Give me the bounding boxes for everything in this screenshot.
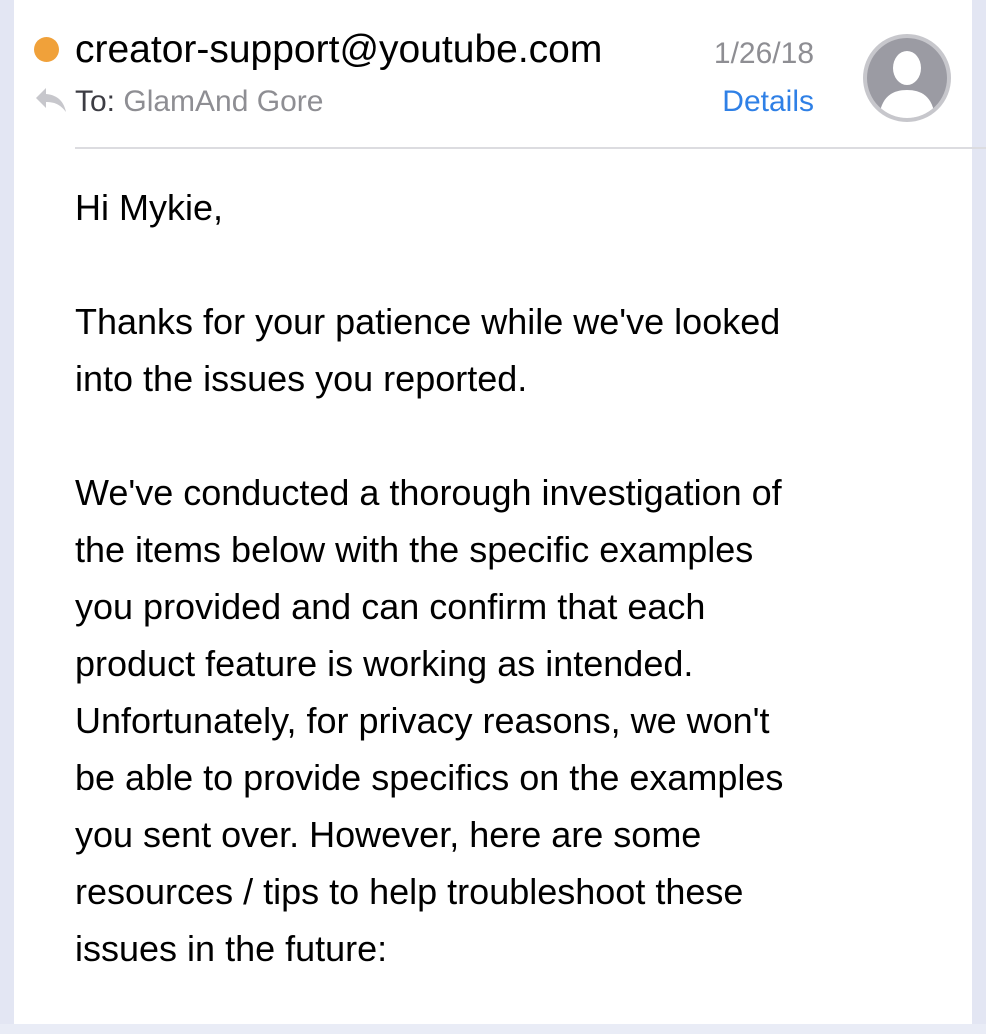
person-silhouette-icon	[867, 38, 947, 118]
email-message: creator-support@youtube.com 1/26/18 To: …	[14, 0, 986, 1024]
message-date: 1/26/18	[713, 37, 814, 70]
to-label: To:	[75, 85, 116, 118]
header-divider	[75, 147, 986, 149]
recipient-row: To: GlamAnd Gore	[75, 84, 323, 120]
message-body: Hi Mykie, Thanks for your patience while…	[75, 179, 955, 1034]
sender-address[interactable]: creator-support@youtube.com	[75, 26, 602, 74]
unread-dot-icon	[34, 37, 59, 62]
reply-arrow-icon	[36, 88, 66, 112]
left-background-strip	[0, 0, 14, 1024]
avatar[interactable]	[863, 34, 951, 122]
body-paragraph-greeting: Hi Mykie,	[75, 187, 224, 228]
right-background-strip	[972, 0, 986, 1024]
recipient-name[interactable]: GlamAnd Gore	[123, 85, 323, 118]
body-paragraph-investigation: We've conducted a thorough investigation…	[75, 472, 784, 969]
details-link[interactable]: Details	[722, 84, 814, 120]
body-paragraph-thanks: Thanks for your patience while we've loo…	[75, 301, 781, 399]
